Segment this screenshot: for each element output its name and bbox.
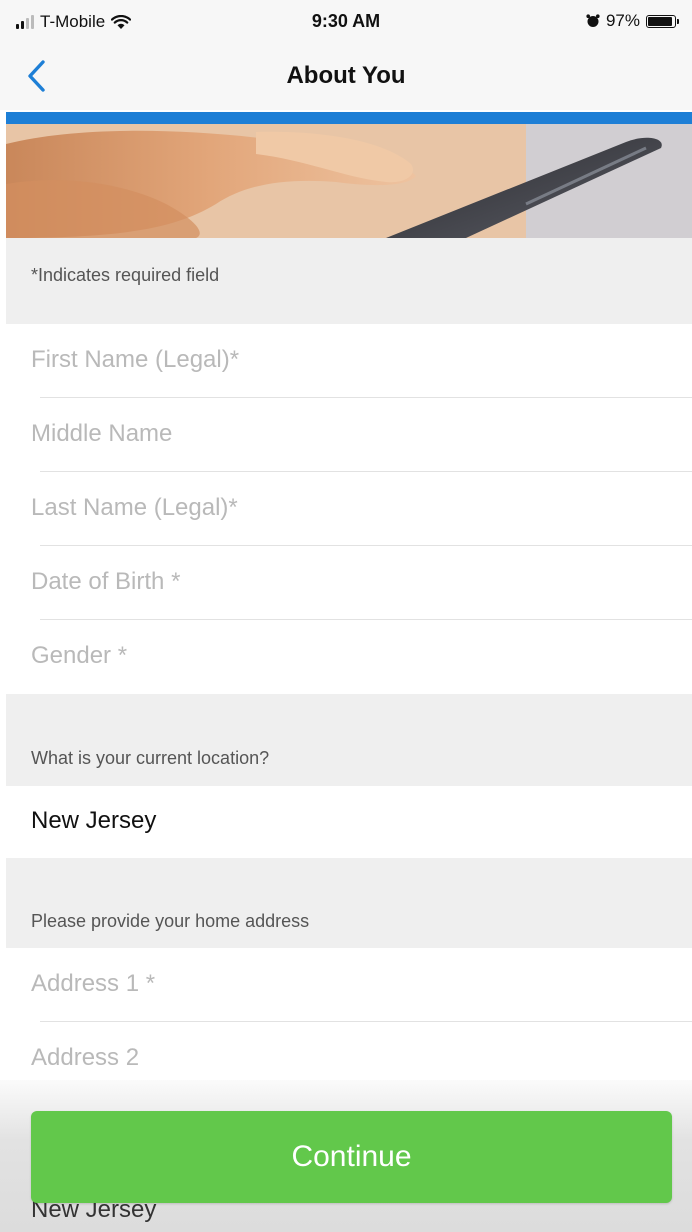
address-prompt: Please provide your home address: [31, 911, 310, 931]
first-name-placeholder: First Name (Legal)*: [31, 346, 240, 373]
address-1-placeholder: Address 1 *: [31, 970, 156, 997]
alarm-icon: [586, 14, 600, 27]
location-prompt: What is your current location?: [31, 748, 270, 768]
date-of-birth-placeholder: Date of Birth *: [31, 568, 181, 595]
address-2-placeholder: Address 2: [31, 1044, 140, 1071]
location-select[interactable]: New Jersey: [6, 786, 692, 858]
status-bar: T-Mobile 9:30 AM 97%: [0, 0, 692, 44]
nav-bar: About You: [0, 44, 692, 110]
last-name-placeholder: Last Name (Legal)*: [31, 494, 238, 521]
location-value: New Jersey: [31, 807, 157, 834]
battery-icon: [646, 14, 679, 28]
phone-screen: T-Mobile 9:30 AM 97% About You *Indicate…: [0, 0, 692, 1232]
gender-field[interactable]: Gender *: [6, 620, 692, 694]
hero-image: [6, 124, 692, 238]
address-section: Please provide your home address: [6, 858, 692, 948]
required-note-section: *Indicates required field: [6, 238, 692, 324]
battery-percent: 97%: [605, 11, 640, 30]
address-1-field[interactable]: Address 1 *: [6, 948, 692, 1022]
continue-button[interactable]: Continue: [31, 1111, 672, 1203]
location-section: What is your current location?: [6, 694, 692, 786]
gender-placeholder: Gender *: [31, 642, 128, 669]
required-note: *Indicates required field: [31, 265, 220, 285]
hand-with-phone-photo: [6, 124, 692, 238]
page-title: About You: [286, 62, 406, 89]
date-of-birth-field[interactable]: Date of Birth *: [6, 546, 692, 620]
middle-name-placeholder: Middle Name: [31, 420, 173, 447]
status-right: 97%: [586, 11, 679, 31]
last-name-field[interactable]: Last Name (Legal)*: [6, 472, 692, 546]
first-name-field[interactable]: First Name (Legal)*: [6, 324, 692, 398]
accent-bar: [6, 112, 692, 124]
middle-name-field[interactable]: Middle Name: [6, 398, 692, 472]
